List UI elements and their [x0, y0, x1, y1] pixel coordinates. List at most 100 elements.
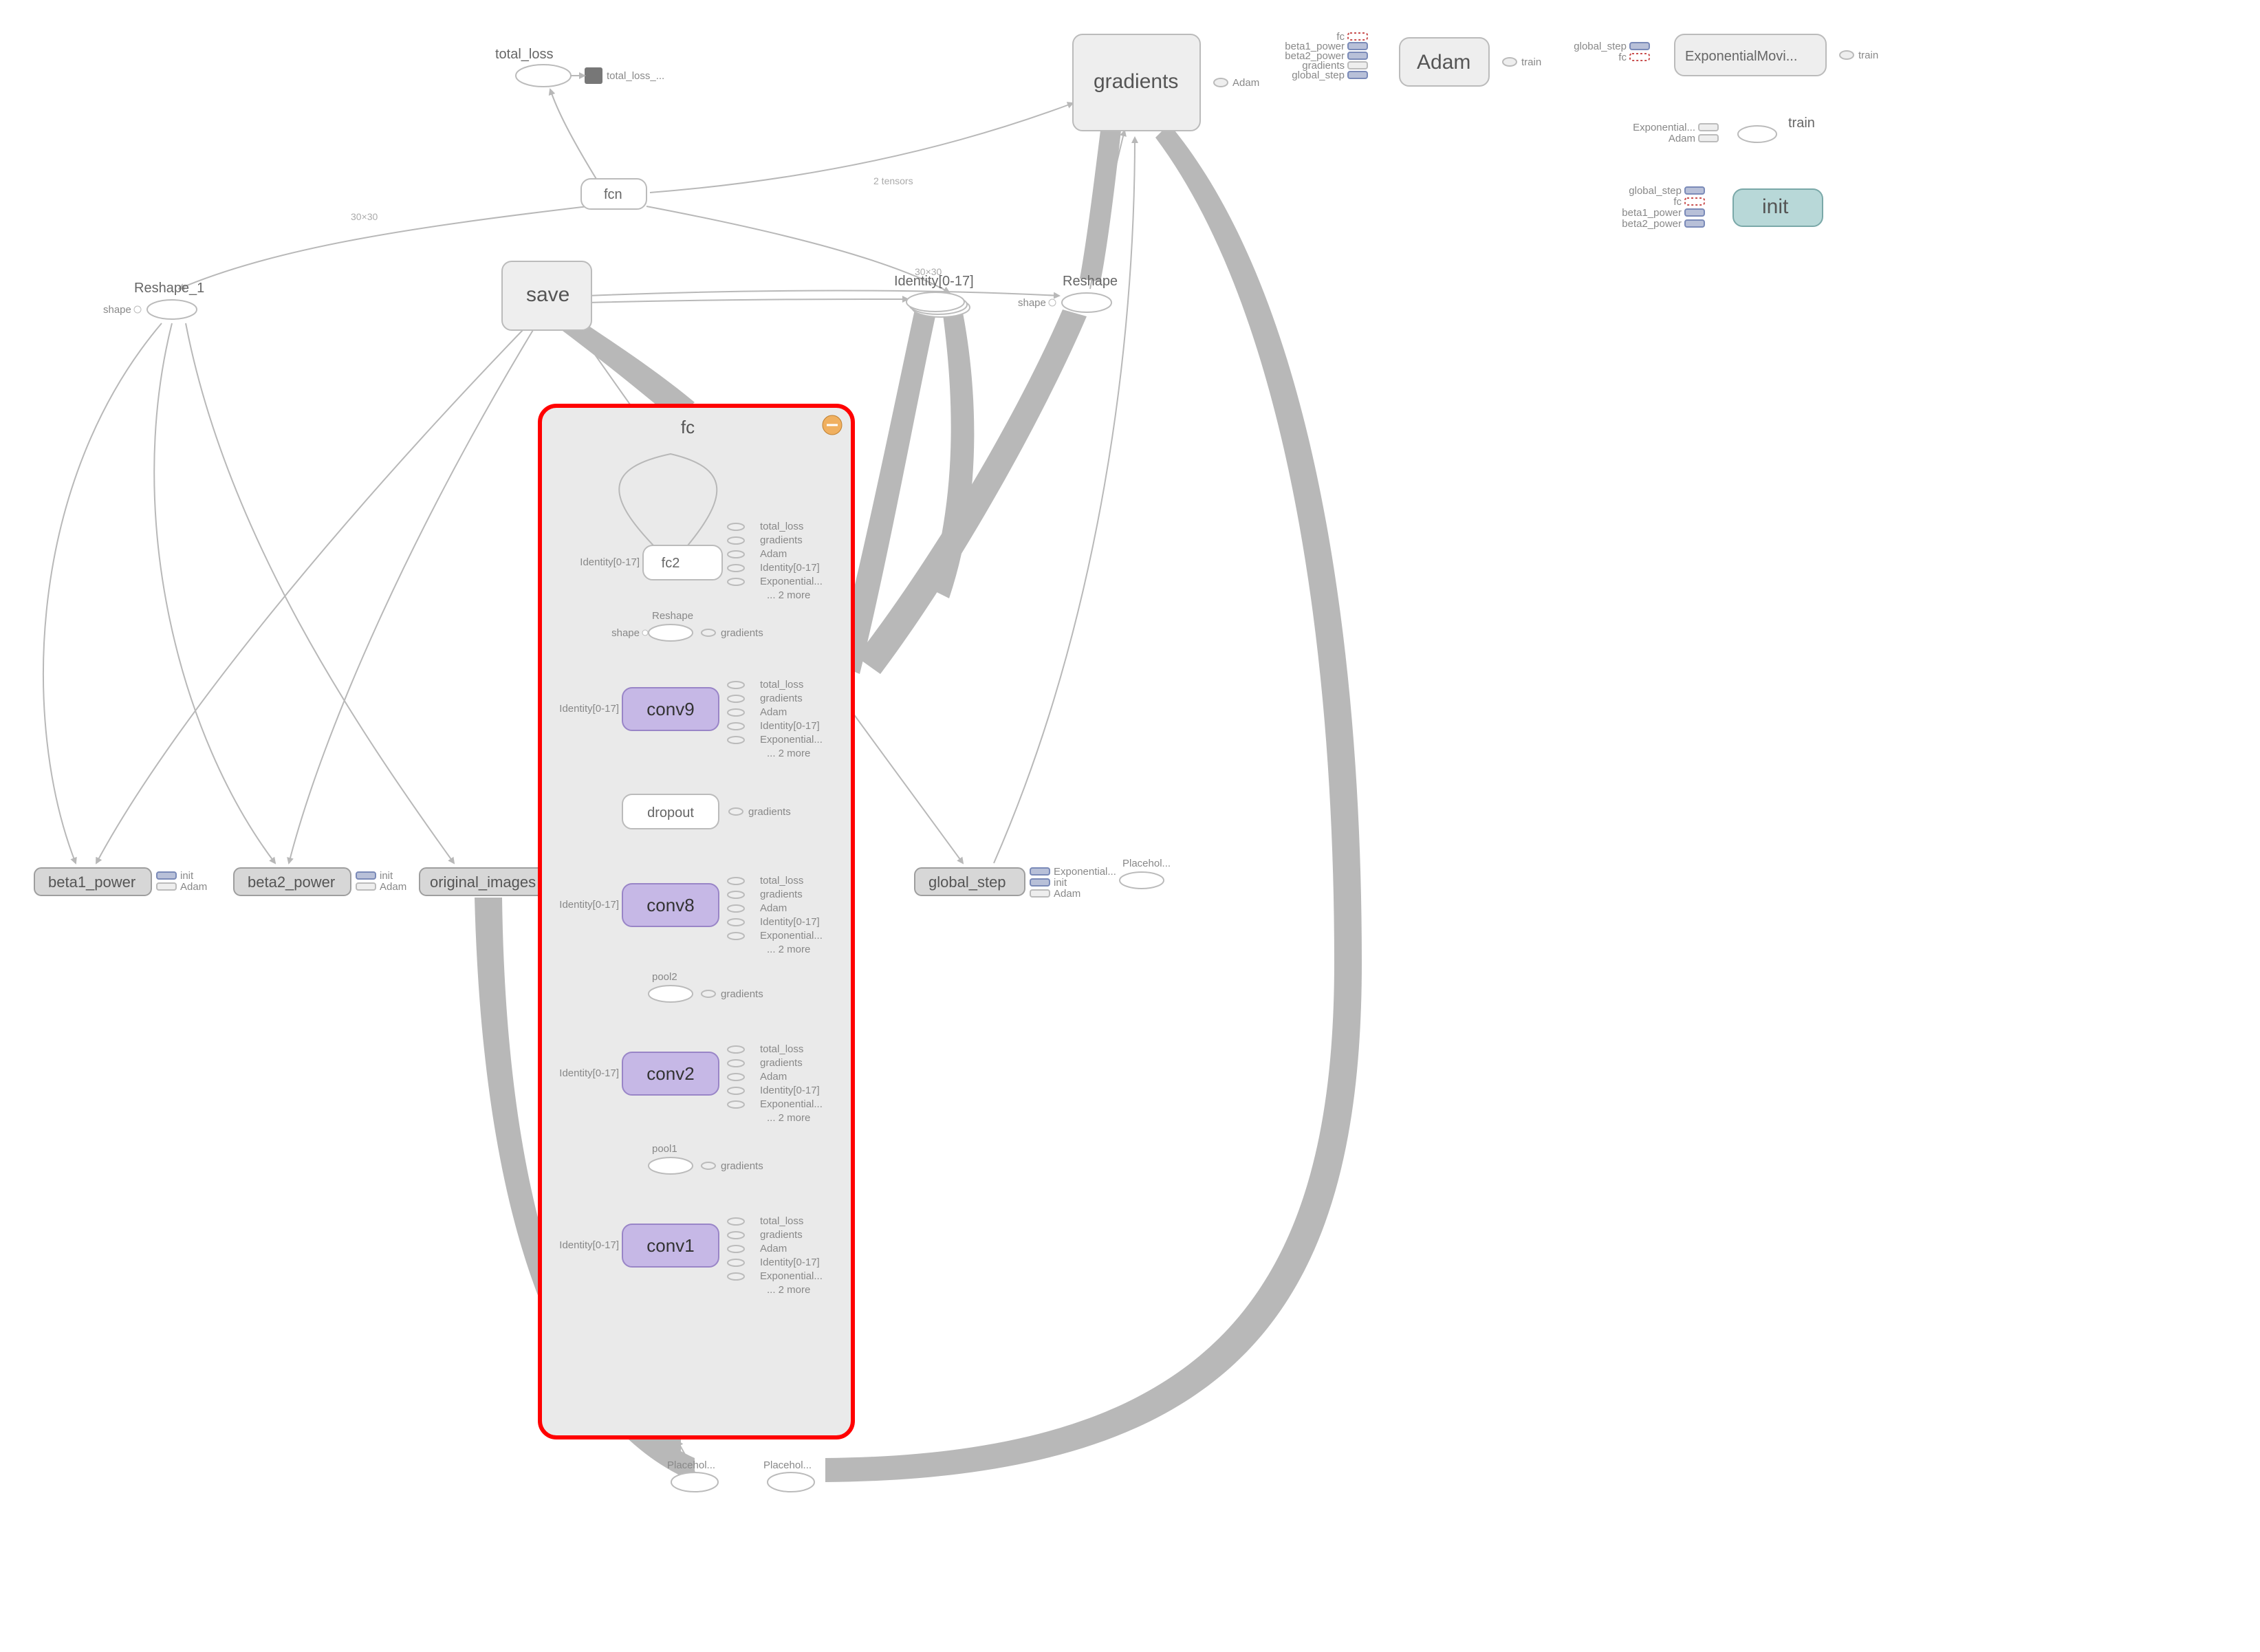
fc-title: fc [681, 417, 695, 437]
node-expmov[interactable]: ExponentialMovi... [1675, 34, 1826, 76]
fcn-label: fcn [604, 187, 622, 202]
graph-canvas[interactable]: 2 tensors 30×30 30×30 total_loss total_l… [0, 0, 2260, 1652]
svg-text:gradients: gradients [760, 889, 803, 900]
conv9-in-id: Identity[0-17] [559, 703, 619, 715]
node-beta1[interactable]: beta1_power init Adam [34, 868, 207, 895]
node-reshape-right[interactable]: Reshape shape [1018, 274, 1118, 312]
svg-text:total_loss: total_loss [760, 1043, 803, 1055]
beta2-out-init: init [380, 870, 393, 882]
svg-text:Adam: Adam [760, 902, 787, 914]
pool1-label: pool1 [652, 1143, 677, 1155]
expmov-inputs: global_step fc [1574, 41, 1649, 63]
adam-out-train: train [1521, 56, 1541, 68]
conv2-in-id: Identity[0-17] [559, 1067, 619, 1079]
edge-save-down-beta2 [289, 330, 533, 863]
edge-fcn-to-gradients [650, 103, 1073, 193]
node-save[interactable]: save [502, 261, 591, 330]
svg-text:Exponential...: Exponential... [760, 576, 823, 587]
gradients-out-label: Adam [1232, 77, 1259, 89]
node-adam[interactable]: Adam [1400, 38, 1489, 86]
init-in-gs: global_step [1629, 185, 1682, 197]
svg-text:... 2 more: ... 2 more [767, 748, 810, 759]
adam-inputs: fc beta1_power beta2_power gradients glo… [1285, 31, 1367, 81]
node-train-junction[interactable]: train Exponential... Adam [1633, 116, 1815, 144]
expmov-in-fc: fc [1618, 52, 1627, 63]
node-beta2[interactable]: beta2_power init Adam [234, 868, 406, 895]
node-conv9[interactable]: conv9 [622, 688, 719, 730]
expmov-out-train: train [1858, 50, 1878, 61]
svg-text:Identity[0-17]: Identity[0-17] [760, 1085, 820, 1096]
node-total-loss[interactable]: total_loss [495, 47, 571, 87]
beta1-label: beta1_power [48, 873, 135, 891]
svg-text:Identity[0-17]: Identity[0-17] [760, 916, 820, 928]
init-label: init [1762, 195, 1789, 218]
reshape1-shape: shape [103, 304, 131, 316]
pool2-label: pool2 [652, 971, 677, 983]
svg-text:Adam: Adam [760, 1243, 787, 1254]
svg-text:Exponential...: Exponential... [760, 1098, 823, 1110]
node-conv8[interactable]: conv8 [622, 884, 719, 926]
svg-text:... 2 more: ... 2 more [767, 1284, 810, 1296]
conv9-label: conv9 [647, 699, 694, 719]
gs-out-adam: Adam [1054, 888, 1080, 900]
edge-fcn-to-totalloss [550, 89, 598, 182]
identity-stack-label: Identity[0-17] [894, 274, 974, 289]
node-original-images[interactable]: original_images [420, 868, 557, 895]
node-global-step[interactable]: global_step Exponential... init Adam [915, 866, 1116, 900]
placeholder-b1-label: Placehol... [667, 1459, 715, 1471]
svg-text:Adam: Adam [760, 1071, 787, 1083]
node-init[interactable]: init [1733, 189, 1823, 226]
svg-text:gradients: gradients [760, 534, 803, 546]
node-placeholder-gs[interactable]: Placehol... [1120, 858, 1171, 889]
node-placeholder-bottom-2[interactable]: Placehol... [763, 1459, 814, 1492]
svg-text:total_loss: total_loss [760, 1215, 803, 1227]
svg-text:Exponential...: Exponential... [760, 734, 823, 746]
beta2-label: beta2_power [248, 873, 335, 891]
placeholder-b2-label: Placehol... [763, 1459, 812, 1471]
edge-save-to-identity [588, 299, 908, 303]
beta1-out-adam: Adam [180, 881, 207, 893]
adam-in-gs: global_step [1292, 69, 1345, 81]
conv2-label: conv2 [647, 1063, 694, 1084]
edge-reshape1-to-beta2 [154, 323, 275, 863]
node-reshape1[interactable]: Reshape_1 shape [103, 281, 204, 319]
node-conv1[interactable]: conv1 [622, 1224, 719, 1267]
node-placeholder-bottom-1[interactable]: Placehol... [667, 1459, 718, 1492]
svg-text:... 2 more: ... 2 more [767, 944, 810, 955]
reshape1-label: Reshape_1 [134, 281, 204, 296]
pool1-out: gradients [721, 1160, 763, 1172]
tj-in-adam: Adam [1669, 133, 1695, 144]
fc2-label: fc2 [662, 556, 680, 571]
node-identity-stack[interactable]: Identity[0-17] [894, 274, 974, 317]
svg-text:Adam: Adam [760, 706, 787, 718]
total-loss-label: total_loss [495, 47, 554, 62]
gradients-label: gradients [1094, 70, 1178, 93]
expmov-out-dot [1840, 51, 1854, 59]
svg-text:Exponential...: Exponential... [760, 1270, 823, 1282]
svg-text:Identity[0-17]: Identity[0-17] [760, 1257, 820, 1268]
node-fc2[interactable]: fc2 [643, 545, 722, 580]
reshape-inner-shape: shape [611, 627, 640, 639]
expmov-label: ExponentialMovi... [1685, 49, 1797, 64]
conv8-label: conv8 [647, 895, 694, 915]
init-in-b2: beta2_power [1622, 218, 1682, 230]
train-junc-label: train [1788, 116, 1815, 131]
init-in-fc: fc [1673, 196, 1682, 208]
expmov-in-gs: global_step [1574, 41, 1627, 52]
svg-text:gradients: gradients [760, 1057, 803, 1069]
node-conv2[interactable]: conv2 [622, 1052, 719, 1095]
init-in-b1: beta1_power [1622, 207, 1682, 219]
conv1-label: conv1 [647, 1235, 694, 1256]
svg-text:total_loss: total_loss [760, 521, 803, 532]
conv8-in-id: Identity[0-17] [559, 899, 619, 911]
reshape-right-label: Reshape [1063, 274, 1118, 289]
svg-text:gradients: gradients [760, 693, 803, 704]
orig-img-label: original_images [430, 873, 536, 891]
svg-text:total_loss: total_loss [760, 679, 803, 691]
node-fcn[interactable]: fcn [581, 179, 647, 209]
edge-globalstep-to-gradients [994, 138, 1135, 863]
reshape-right-shape: shape [1018, 297, 1046, 309]
node-gradients[interactable]: gradients Adam [1073, 34, 1259, 131]
node-total-loss-summary[interactable]: total_loss_... [585, 67, 664, 84]
dropout-label: dropout [647, 805, 694, 820]
